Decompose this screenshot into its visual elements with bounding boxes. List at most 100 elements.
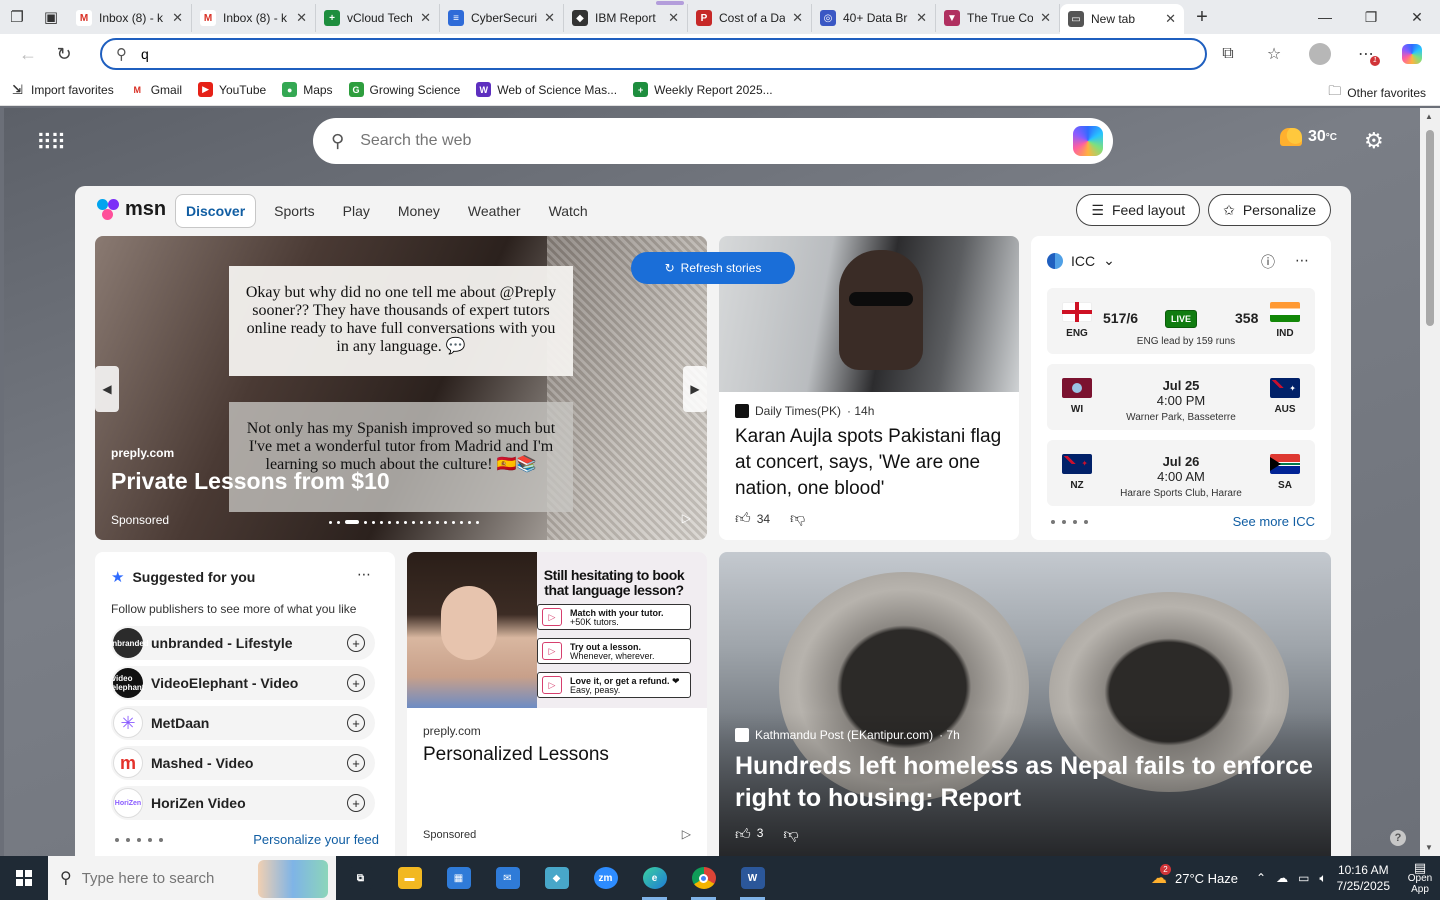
taskbar-weather[interactable]: ☁ 2 27°C Haze	[1151, 864, 1238, 888]
taskbar-app-4[interactable]: ◆	[532, 856, 581, 900]
publisher-row[interactable]: unbranded unbranded - Lifestyle +	[107, 626, 375, 660]
msn-nav-discover[interactable]: Discover	[175, 194, 257, 228]
more-options-icon[interactable]: ⋯	[1295, 252, 1309, 272]
clock[interactable]: 10:16 AM 7/25/2025	[1337, 862, 1390, 894]
big-news-card[interactable]: Kathmandu Post (EKantipur.com) · 7h Hundr…	[719, 552, 1331, 856]
scroll-down-icon[interactable]: ▼	[1425, 843, 1433, 852]
ad-choices-icon[interactable]: ▷	[682, 511, 691, 525]
close-tab-icon[interactable]: ✕	[544, 10, 555, 26]
close-window-icon[interactable]: ✕	[1394, 0, 1440, 34]
favorites-star-icon[interactable]: ☆	[1254, 36, 1294, 72]
follow-plus-icon[interactable]: +	[347, 794, 365, 812]
news-title[interactable]: Karan Aujla spots Pakistani flag at conc…	[719, 418, 1019, 502]
ad-title[interactable]: Personalized Lessons	[423, 744, 609, 766]
favorite-0[interactable]: ⇲ Import favorites	[10, 82, 114, 97]
help-icon[interactable]: ?	[1390, 830, 1406, 846]
extensions-icon[interactable]: ⧉	[1208, 36, 1248, 72]
copilot-icon[interactable]	[1073, 126, 1103, 156]
taskbar-app-2[interactable]: ▦	[434, 856, 483, 900]
favorite-1[interactable]: M Gmail	[129, 82, 182, 97]
cloud-sync-icon[interactable]: ☁	[1276, 871, 1288, 885]
follow-plus-icon[interactable]: +	[347, 674, 365, 692]
ad-choices-icon[interactable]: ▷	[682, 827, 691, 841]
tab-5[interactable]: P Cost of a Da ✕	[688, 4, 812, 32]
favorite-2[interactable]: ▶ YouTube	[198, 82, 266, 97]
favorite-4[interactable]: G Growing Science	[348, 82, 460, 97]
copilot-icon[interactable]	[1392, 36, 1432, 72]
profile-avatar[interactable]	[1300, 36, 1340, 72]
minimize-icon[interactable]: —	[1302, 0, 1348, 34]
taskbar-app-8[interactable]: W	[728, 856, 777, 900]
tab-6[interactable]: ◎ 40+ Data Br ✕	[812, 4, 936, 32]
publisher-row[interactable]: m Mashed - Video +	[111, 746, 375, 780]
close-tab-icon[interactable]: ✕	[916, 10, 927, 26]
favorite-6[interactable]: + Weekly Report 2025...	[633, 82, 773, 97]
tab-7[interactable]: ▼ The True Co ✕	[936, 4, 1060, 32]
info-icon[interactable]: ⓘ	[1261, 252, 1275, 272]
close-tab-icon[interactable]: ✕	[296, 10, 307, 26]
address-input[interactable]	[141, 46, 1205, 62]
upcoming-match-1[interactable]: WI Jul 25 4:00 PM Warner Park, Basseterre …	[1047, 364, 1315, 430]
tab-3[interactable]: ≡ CyberSecuri ✕	[440, 4, 564, 32]
favorite-3[interactable]: ● Maps	[282, 82, 333, 97]
tab-4[interactable]: ◆ IBM Report ✕	[564, 1, 688, 32]
restore-icon[interactable]: ❐	[1348, 0, 1394, 34]
settings-more-icon[interactable]: ⋯ 1	[1346, 36, 1386, 72]
tab-0[interactable]: M Inbox (8) - k ✕	[68, 4, 192, 32]
notification-center[interactable]: ▤ Open App	[1400, 861, 1440, 895]
back-button[interactable]: ←	[10, 36, 46, 72]
page-settings-icon[interactable]: ⚙	[1364, 128, 1384, 154]
start-button[interactable]	[0, 856, 48, 900]
taskbar-search[interactable]: ⚲	[48, 856, 336, 900]
upcoming-match-2[interactable]: ✦ NZ Jul 26 4:00 AM Harare Sports Club, Har…	[1047, 440, 1315, 506]
tab-1[interactable]: M Inbox (8) - k ✕	[192, 4, 316, 32]
msn-nav-money[interactable]: Money	[388, 195, 450, 227]
close-tab-icon[interactable]: ✕	[792, 10, 803, 26]
thumbs-down-icon[interactable]: 👎︎	[783, 826, 798, 844]
hero-title[interactable]: Private Lessons from $10	[111, 468, 390, 495]
chevron-up-icon[interactable]: ⌃	[1256, 871, 1266, 885]
network-icon[interactable]: ▭	[1298, 871, 1309, 885]
follow-plus-icon[interactable]: +	[347, 754, 365, 772]
follow-plus-icon[interactable]: +	[347, 634, 365, 652]
weather-widget[interactable]: 30 °C	[1280, 128, 1337, 146]
taskbar-app-6[interactable]: e	[630, 856, 679, 900]
apps-grid-icon[interactable]: ⠿⠿	[36, 130, 66, 156]
new-tab-button[interactable]: +	[1184, 6, 1220, 29]
taskbar-app-0[interactable]: ⧉	[336, 856, 385, 900]
taskbar-app-5[interactable]: zm	[581, 856, 630, 900]
msn-nav-weather[interactable]: Weather	[458, 195, 531, 227]
msn-logo[interactable]: msn	[97, 198, 166, 221]
tab-8[interactable]: ▭ New tab ✕	[1060, 4, 1184, 34]
msn-nav-sports[interactable]: Sports	[264, 195, 324, 227]
taskbar-app-1[interactable]: ▬	[385, 856, 434, 900]
tab-2[interactable]: + vCloud Tech ✕	[316, 4, 440, 32]
publisher-row[interactable]: video elephant VideoElephant - Video +	[111, 666, 375, 700]
hero-ad-card[interactable]: Okay but why did no one tell me about @P…	[95, 236, 707, 540]
volume-icon[interactable]: 🔈︎	[1319, 871, 1326, 886]
publisher-row[interactable]: HoriZen HoriZen Video +	[111, 786, 375, 820]
close-tab-icon[interactable]: ✕	[172, 10, 183, 26]
scroll-up-icon[interactable]: ▲	[1425, 112, 1433, 121]
close-tab-icon[interactable]: ✕	[420, 10, 431, 26]
close-tab-icon[interactable]: ✕	[1165, 11, 1176, 27]
carousel-next-button[interactable]: ▶	[683, 366, 707, 412]
thumbs-down-icon[interactable]: 👎︎	[790, 510, 805, 528]
refresh-button[interactable]: ↻	[46, 36, 82, 72]
personalize-button[interactable]: ✩ Personalize	[1208, 194, 1331, 226]
close-tab-icon[interactable]: ✕	[1040, 10, 1051, 26]
vertical-tabs-icon[interactable]: ▣	[34, 0, 68, 34]
see-more-icc-link[interactable]: See more ICC	[1233, 514, 1315, 529]
msn-nav-play[interactable]: Play	[333, 195, 380, 227]
scrollbar-thumb[interactable]	[1426, 130, 1434, 326]
address-bar[interactable]: ⚲	[100, 38, 1207, 70]
publisher-row[interactable]: ✳ MetDaan +	[111, 706, 375, 740]
other-favorites[interactable]: 🗀 Other favorites	[1328, 82, 1426, 104]
follow-plus-icon[interactable]: +	[347, 714, 365, 732]
thumbs-up-icon[interactable]: 👍︎	[735, 510, 751, 528]
taskbar-app-3[interactable]: ✉	[483, 856, 532, 900]
personalize-feed-link[interactable]: Personalize your feed	[253, 832, 379, 847]
feed-layout-button[interactable]: ☰ Feed layout	[1076, 194, 1201, 226]
workspaces-icon[interactable]: ❐	[0, 0, 34, 34]
msn-nav-watch[interactable]: Watch	[539, 195, 598, 227]
